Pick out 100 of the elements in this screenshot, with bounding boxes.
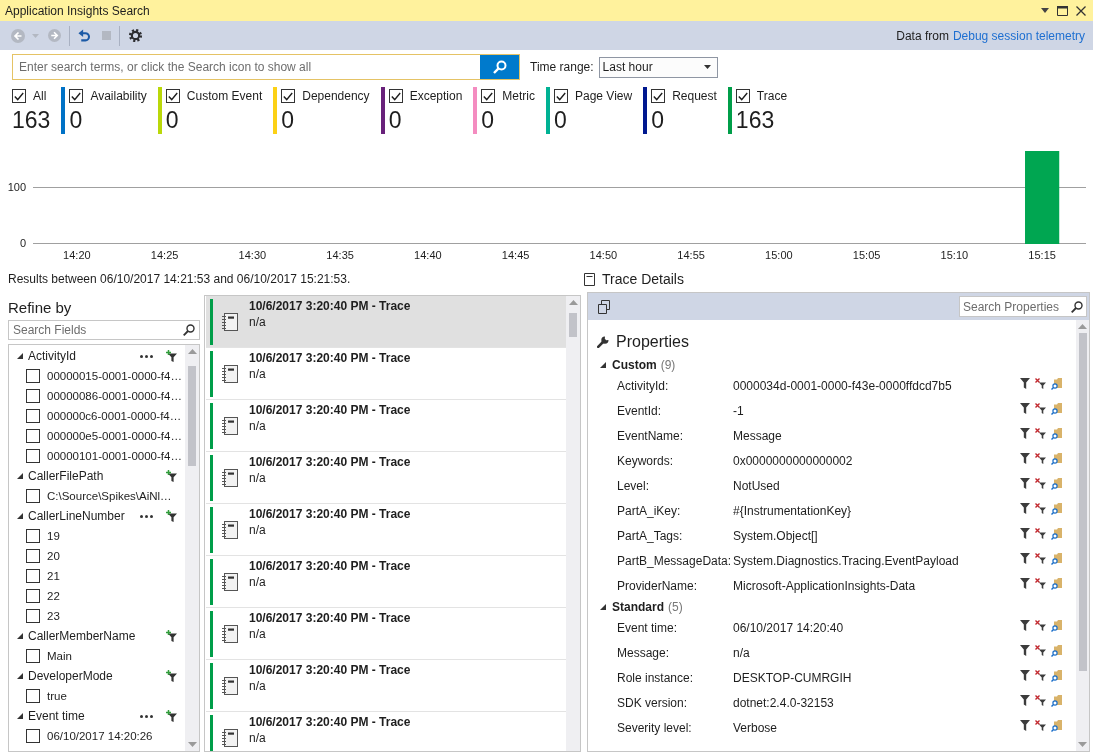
triangle-icon[interactable] [17,513,23,519]
exclude-filter-icon[interactable] [1035,378,1046,389]
filter-icon[interactable] [1020,378,1030,389]
result-item[interactable]: 10/6/2017 3:20:40 PM - Trace n/a [206,608,566,660]
source-link[interactable]: Debug session telemetry [952,28,1085,43]
folder-search-icon[interactable] [1051,402,1062,415]
exclude-filter-icon[interactable] [1035,478,1046,489]
scrollbar[interactable] [185,345,199,751]
folder-search-icon[interactable] [1051,719,1062,732]
checkbox[interactable] [165,89,180,103]
folder-search-icon[interactable] [1051,577,1062,590]
folder-search-icon[interactable] [1051,477,1062,490]
exclude-filter-icon[interactable] [1035,528,1046,539]
result-item[interactable]: 10/6/2017 3:20:40 PM - Trace n/a [206,452,566,504]
folder-search-icon[interactable] [1051,694,1062,707]
folder-search-icon[interactable] [1051,552,1062,565]
triangle-icon[interactable] [17,713,23,719]
filter-icon[interactable] [1020,428,1030,439]
scrollbar-thumb[interactable] [1078,333,1087,671]
window-menu-button[interactable] [1038,6,1052,15]
filter-icon[interactable] [1020,528,1030,539]
result-item[interactable]: 10/6/2017 3:20:40 PM - Trace n/a [206,712,566,751]
checkbox[interactable] [26,729,40,743]
filter-icon[interactable] [1020,578,1030,589]
search-field[interactable]: Enter search terms, or click the Search icon to show all [12,54,520,80]
exclude-filter-icon[interactable] [1035,578,1046,589]
result-item[interactable]: 10/6/2017 3:20:40 PM - Trace n/a [206,348,566,400]
triangle-icon[interactable] [17,353,23,359]
search-input[interactable]: Enter search terms, or click the Search icon to show all [13,55,480,79]
search-field[interactable]: Search Properties [959,296,1087,317]
folder-search-icon[interactable] [1051,427,1062,440]
checkbox[interactable] [481,89,496,103]
more-icon[interactable] [140,354,153,358]
filter-icon[interactable] [1020,553,1030,564]
checkbox[interactable] [554,89,568,103]
checkbox[interactable] [26,569,40,583]
scrollbar[interactable] [1076,320,1089,751]
filter-icon[interactable] [1020,478,1030,489]
folder-search-icon[interactable] [1051,644,1062,657]
folder-search-icon[interactable] [1051,377,1062,390]
folder-search-icon[interactable] [1051,452,1062,465]
funnel-plus-icon[interactable] [166,350,177,362]
folder-search-icon[interactable] [1051,619,1062,632]
filter-icon[interactable] [1020,403,1030,414]
result-item[interactable]: 10/6/2017 3:20:40 PM - Trace n/a [206,556,566,608]
close-button[interactable] [1073,3,1089,18]
checkbox[interactable] [26,429,40,443]
more-icon[interactable] [140,514,153,518]
exclude-filter-icon[interactable] [1035,403,1046,414]
scrollbar[interactable] [566,296,580,751]
time-range-dropdown[interactable]: Last hour [598,56,718,78]
checkbox[interactable] [26,589,40,603]
search-button[interactable] [480,55,519,79]
exclude-filter-icon[interactable] [1035,645,1046,656]
checkbox[interactable] [26,529,40,543]
copy-icon[interactable] [598,299,610,314]
triangle-icon[interactable] [17,673,23,679]
checkbox[interactable] [12,89,26,103]
exclude-filter-icon[interactable] [1035,620,1046,631]
checkbox[interactable] [26,449,40,463]
triangle-icon[interactable] [600,603,606,610]
triangle-icon[interactable] [600,361,606,368]
exclude-filter-icon[interactable] [1035,428,1046,439]
settings-button[interactable] [126,26,145,45]
maximize-button[interactable] [1054,3,1071,18]
folder-search-icon[interactable] [1051,669,1062,682]
checkbox[interactable] [26,649,40,663]
checkbox[interactable] [26,609,40,623]
result-item[interactable]: 10/6/2017 3:20:40 PM - Trace n/a [206,504,566,556]
filter-icon[interactable] [1020,670,1030,681]
checkbox[interactable] [69,89,84,103]
filter-icon[interactable] [1020,720,1030,731]
exclude-filter-icon[interactable] [1035,503,1046,514]
checkbox[interactable] [281,89,296,103]
result-item[interactable]: 10/6/2017 3:20:40 PM - Trace n/a [206,660,566,712]
checkbox[interactable] [26,689,40,703]
checkbox[interactable] [651,89,666,103]
triangle-icon[interactable] [17,633,23,639]
search-input[interactable]: Search Fields [9,321,183,339]
funnel-plus-icon[interactable] [166,670,177,682]
result-item[interactable]: 10/6/2017 3:20:40 PM - Trace n/a [206,400,566,452]
checkbox[interactable] [26,489,40,503]
filter-icon[interactable] [1020,453,1030,464]
triangle-icon[interactable] [17,473,23,479]
funnel-plus-icon[interactable] [166,470,177,482]
funnel-plus-icon[interactable] [166,630,177,642]
result-item[interactable]: 10/6/2017 3:20:40 PM - Trace n/a [206,296,566,348]
filter-icon[interactable] [1020,645,1030,656]
checkbox[interactable] [26,369,40,383]
search-field[interactable]: Search Fields [8,320,200,340]
more-icon[interactable] [140,714,153,718]
checkbox[interactable] [26,389,40,403]
checkbox[interactable] [388,89,403,103]
filter-icon[interactable] [1020,503,1030,514]
scrollbar-thumb[interactable] [188,366,196,466]
exclude-filter-icon[interactable] [1035,695,1046,706]
exclude-filter-icon[interactable] [1035,720,1046,731]
exclude-filter-icon[interactable] [1035,670,1046,681]
funnel-plus-icon[interactable] [166,710,177,722]
search-input[interactable]: Search Properties [960,297,1071,316]
